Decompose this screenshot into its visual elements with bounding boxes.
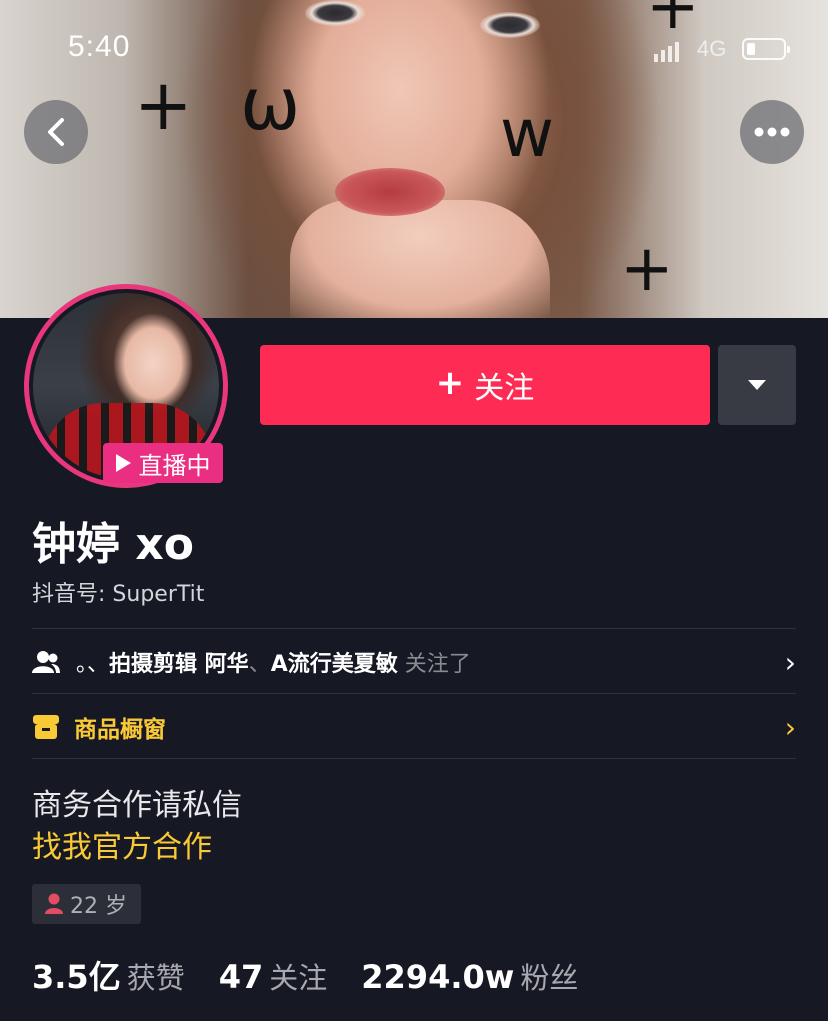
age-tag: 22 岁 [32, 884, 141, 924]
shop-window-row[interactable]: 商品橱窗 › [32, 695, 796, 759]
follow-button[interactable]: + 关注 [260, 345, 710, 425]
shop-icon [33, 715, 59, 739]
chevron-right-icon: › [784, 645, 796, 679]
play-icon [115, 454, 131, 472]
cover-doodle: + [620, 232, 674, 306]
bio-line-2[interactable]: 找我官方合作 [32, 822, 212, 866]
cover-left-eye [305, 0, 365, 26]
chevron-left-icon [48, 118, 64, 146]
signal-icon [654, 42, 679, 62]
divider [32, 628, 796, 629]
cover-right-eye [480, 12, 540, 38]
following-count[interactable]: 47 [219, 958, 264, 996]
mutual-names: 拍摄剪辑 阿华 [109, 652, 249, 677]
cover-lips [335, 168, 445, 216]
live-badge-label: 直播中 [138, 451, 211, 480]
followers-count[interactable]: 2294.0w [361, 958, 514, 996]
more-options-button[interactable] [740, 100, 804, 164]
profile-stats: 3.5亿 获赞 47 关注 2294.0w 粉丝 [32, 952, 612, 998]
back-button[interactable] [24, 100, 88, 164]
female-user-icon [45, 893, 63, 914]
douyin-id: 抖音号: SuperTit [32, 582, 205, 607]
divider [32, 693, 796, 694]
divider [32, 758, 796, 759]
cover-doodle: ω [240, 62, 301, 146]
plus-icon: + [435, 363, 465, 403]
caret-down-icon [748, 380, 766, 390]
likes-count: 3.5亿 [32, 958, 121, 996]
battery-icon [742, 38, 790, 60]
live-badge[interactable]: 直播中 [103, 443, 223, 483]
follow-label: 关注 [474, 371, 535, 406]
nickname: 钟婷 xo [32, 519, 194, 570]
cover-doodle: + [646, 0, 700, 44]
bio-line-1: 商务合作请私信 [32, 788, 242, 823]
mutual-followers-row[interactable]: 。、拍摄剪辑 阿华、A流行美夏敏 关注了 › [32, 630, 796, 694]
users-icon [32, 651, 60, 673]
mutual-names-2: A流行美夏敏 [270, 652, 398, 677]
shop-window-label: 商品橱窗 [74, 717, 166, 743]
chevron-right-icon: › [784, 710, 796, 744]
network-type: 4G [697, 36, 727, 61]
mutual-separator: 、 [248, 652, 271, 677]
mutual-suffix: 关注了 [397, 652, 471, 677]
recommend-dropdown-button[interactable] [718, 345, 796, 425]
status-time: 5:40 [68, 30, 131, 63]
likes-label: 获赞 [126, 961, 185, 995]
following-label[interactable]: 关注 [269, 955, 327, 997]
ellipsis-icon [754, 127, 790, 137]
cover-doodle: + [134, 64, 193, 146]
cover-hand [290, 200, 550, 318]
cover-photo: + ω w + + 5:40 4G [0, 0, 828, 318]
followers-label[interactable]: 粉丝 [520, 955, 578, 997]
cover-doodle: w [500, 95, 554, 172]
age-label: 22 岁 [70, 894, 127, 919]
mutual-prefix: 。、 [76, 652, 110, 677]
